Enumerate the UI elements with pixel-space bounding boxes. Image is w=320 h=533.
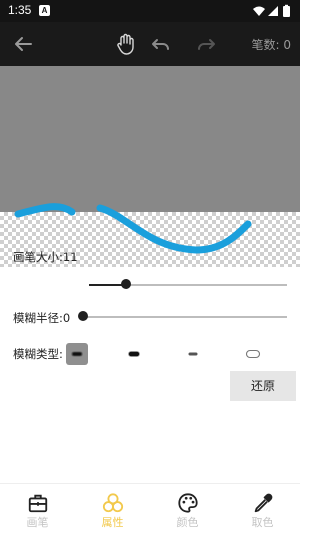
reset-button[interactable]: 还原 (230, 371, 296, 401)
nav-item-color[interactable]: 颜色 (150, 484, 225, 533)
drawing-canvas[interactable] (0, 66, 300, 267)
signal-icon (268, 6, 278, 16)
stroke-count: 笔数: 0 (251, 36, 291, 53)
status-indicators (253, 4, 290, 17)
brush-stroke (14, 203, 252, 254)
toolbar: 笔数: 0 (0, 22, 300, 66)
brush-size-label: 画笔大小: (13, 250, 63, 264)
bottom-nav: 画笔 属性 颜色 取色 (0, 483, 300, 533)
eyedropper-icon (254, 493, 273, 513)
nav-label-color: 颜色 (176, 516, 199, 529)
circles-icon (102, 493, 124, 513)
nav-label-properties: 属性 (101, 516, 124, 529)
hand-icon[interactable] (114, 32, 138, 56)
nav-item-pick-color[interactable]: 取色 (225, 484, 300, 533)
nav-label-pick-color: 取色 (251, 516, 274, 529)
blur-type-solid-option[interactable] (123, 343, 145, 365)
status-bar: 1:35 A (0, 0, 300, 22)
palette-icon (178, 493, 198, 513)
toolbox-icon (28, 494, 48, 513)
nav-label-brush: 画笔 (26, 516, 49, 529)
blur-inner-icon (188, 352, 198, 356)
blur-solid-icon (128, 351, 140, 357)
blur-normal-icon (72, 352, 82, 356)
blur-radius-row: 模糊半径:0 (13, 310, 70, 326)
blur-type-outer-option[interactable] (242, 343, 264, 365)
blur-radius-label: 模糊半径: (13, 311, 63, 325)
back-arrow-icon[interactable] (11, 32, 35, 56)
app-notification-icon: A (39, 5, 50, 16)
blur-type-normal-option[interactable] (66, 343, 88, 365)
stroke-count-value: 0 (283, 38, 291, 52)
blur-type-inner-option[interactable] (182, 343, 204, 365)
wifi-icon (253, 6, 265, 16)
brush-size-slider-thumb[interactable] (121, 279, 131, 289)
brush-size-value: 11 (62, 250, 78, 264)
brush-size-row: 画笔大小:11 (13, 249, 78, 265)
undo-icon[interactable] (149, 32, 173, 56)
blur-outer-icon (245, 349, 261, 359)
blur-type-label: 模糊类型: (13, 347, 63, 361)
battery-icon (283, 6, 290, 17)
blur-radius-value: 0 (62, 311, 71, 325)
brush-size-slider[interactable] (89, 284, 287, 286)
blur-radius-slider-thumb[interactable] (78, 311, 88, 321)
nav-item-properties[interactable]: 属性 (75, 484, 150, 533)
stroke-count-label: 笔数: (251, 38, 280, 52)
status-time: 1:35 (8, 3, 32, 17)
blur-radius-slider[interactable] (83, 316, 287, 318)
nav-item-brush[interactable]: 画笔 (0, 484, 75, 533)
redo-icon[interactable] (194, 32, 218, 56)
